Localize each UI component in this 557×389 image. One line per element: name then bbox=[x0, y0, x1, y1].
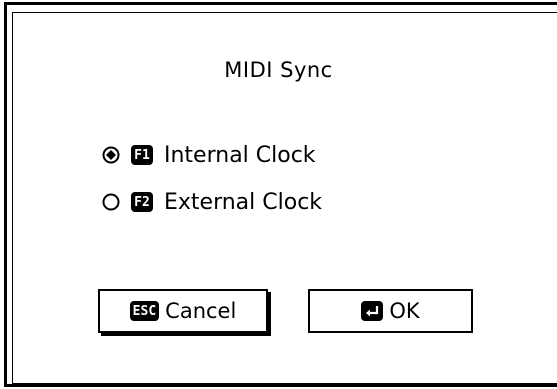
esc-key-icon: ESC bbox=[129, 301, 160, 321]
radio-unselected-icon[interactable] bbox=[102, 193, 120, 211]
f2-key-icon: F2 bbox=[131, 192, 153, 212]
enter-key-icon bbox=[361, 301, 384, 321]
cancel-button-label: Cancel bbox=[165, 299, 237, 323]
option-external-clock[interactable]: F2 External Clock bbox=[102, 187, 322, 217]
ok-button-label: OK bbox=[389, 299, 420, 323]
cancel-button[interactable]: ESC Cancel bbox=[98, 289, 268, 333]
option-internal-clock[interactable]: F1 Internal Clock bbox=[102, 140, 316, 170]
dialog-title: MIDI Sync bbox=[224, 58, 333, 82]
option-label: Internal Clock bbox=[164, 142, 316, 168]
f1-key-icon: F1 bbox=[131, 145, 153, 165]
option-label: External Clock bbox=[164, 189, 323, 215]
radio-selected-icon[interactable] bbox=[102, 146, 120, 164]
ok-button[interactable]: OK bbox=[308, 289, 473, 333]
midi-sync-dialog: MIDI Sync F1 Internal Clock F2 External … bbox=[0, 0, 557, 389]
